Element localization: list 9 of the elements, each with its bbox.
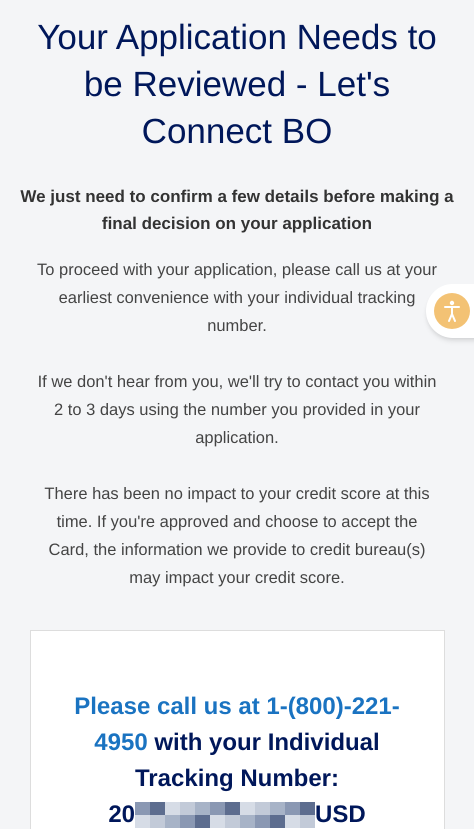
info-paragraph: To proceed with your application, please call us at your earliest convenience with your individual tracking number. <box>36 260 438 337</box>
call-instructions: Please call us at 1-(800)-221-4950 with your Individual Tracking Number: <box>73 692 401 794</box>
info-paragraph: There has been no impact to your credit score at this time. If you're approved and choose to accept the Card, the information we provide to credit bureau(s) may impact your credit score. <box>43 484 431 589</box>
accessibility-icon <box>434 293 470 329</box>
subtitle: We just need to confirm a few details before making a final decision on your application <box>19 186 455 235</box>
info-paragraph: If we don't hear from you, we'll try to contact you within 2 to 3 days using the number you provided in your application. <box>36 372 438 449</box>
tracking-number-end: USD <box>315 800 366 829</box>
page-title: Your Application Needs to be Reviewed - Let's Connect BO <box>36 17 438 153</box>
tracking-number-start: 20 <box>108 800 136 829</box>
